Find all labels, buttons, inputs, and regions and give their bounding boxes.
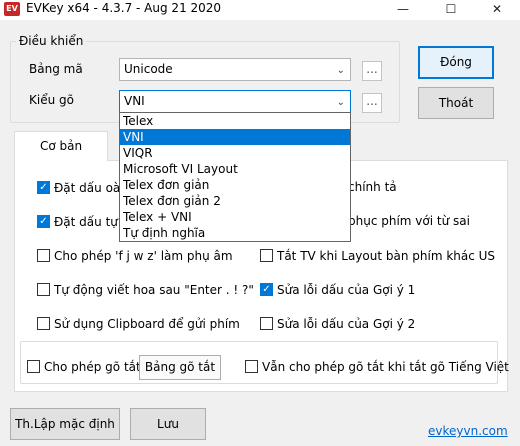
shortcut-table-button[interactable]: Bảng gõ tắt xyxy=(139,355,221,380)
dropdown-option-telex[interactable]: Telex xyxy=(120,113,350,129)
fjwz-option[interactable]: Cho phép 'f j w z' làm phụ âm xyxy=(37,248,233,264)
checkbox-checked-icon[interactable]: ✓ xyxy=(260,283,273,296)
fix-suggest-1-option[interactable]: ✓ Sửa lỗi dấu của Gợi ý 1 xyxy=(260,282,415,298)
title-bar: EV EVKey x64 - 4.3.7 - Aug 21 2020 — ☐ ✕ xyxy=(0,0,520,20)
reset-defaults-button[interactable]: Th.Lập mặc định xyxy=(10,408,120,440)
dropdown-option-custom[interactable]: Tự định nghĩa xyxy=(120,225,350,241)
input-method-value: VNI xyxy=(124,94,145,108)
website-link[interactable]: evkeyvn.com xyxy=(428,424,508,438)
encoding-more-button[interactable]: ... xyxy=(362,61,382,81)
checkbox-icon[interactable] xyxy=(37,249,50,262)
shortcut-when-off-option[interactable]: Vẫn cho phép gõ tắt khi tắt gõ Tiếng Việ… xyxy=(245,359,509,375)
tone-mark-option[interactable]: ✓ Đặt dấu oà, xyxy=(37,180,124,196)
maximize-button[interactable]: ☐ xyxy=(428,0,474,20)
clipboard-option[interactable]: Sử dụng Clipboard để gửi phím xyxy=(37,316,240,332)
clipboard-label: Sử dụng Clipboard để gửi phím xyxy=(54,317,240,331)
dropdown-option-microsoft-vi-layout[interactable]: Microsoft VI Layout xyxy=(120,161,350,177)
checkbox-icon[interactable] xyxy=(260,317,273,330)
input-method-more-button[interactable]: ... xyxy=(362,93,382,113)
chevron-down-icon: ⌄ xyxy=(336,65,345,76)
encoding-value: Unicode xyxy=(124,62,173,76)
auto-caps-label: Tự động viết hoa sau "Enter . ! ?" xyxy=(54,283,254,297)
checkbox-icon[interactable] xyxy=(245,360,258,373)
auto-caps-option[interactable]: Tự động viết hoa sau "Enter . ! ?" xyxy=(37,282,254,298)
close-button[interactable]: Đóng xyxy=(418,46,494,79)
input-method-select[interactable]: VNI ⌄ xyxy=(119,90,351,113)
dropdown-option-telex-vni[interactable]: Telex + VNI xyxy=(120,209,350,225)
auto-tone-label: Đặt dấu tự xyxy=(54,215,118,229)
window-title: EVKey x64 - 4.3.7 - Aug 21 2020 xyxy=(26,1,222,15)
input-method-label: Kiểu gõ xyxy=(29,93,74,107)
tone-mark-label: Đặt dấu oà, xyxy=(54,181,125,195)
allow-shortcut-option[interactable]: Cho phép gõ tắt xyxy=(27,359,141,375)
shortcut-when-off-label: Vẫn cho phép gõ tắt khi tắt gõ Tiếng Việ… xyxy=(262,360,509,374)
tone-mark-label-right: chính tả xyxy=(348,180,397,194)
auto-tone-option[interactable]: ✓ Đặt dấu tự xyxy=(37,214,118,230)
dropdown-option-viqr[interactable]: VIQR xyxy=(120,145,350,161)
minimize-button[interactable]: — xyxy=(380,0,426,20)
allow-shortcut-label: Cho phép gõ tắt xyxy=(44,360,141,374)
dropdown-option-telex-simple[interactable]: Telex đơn giản xyxy=(120,177,350,193)
encoding-label: Bảng mã xyxy=(29,62,83,76)
dropdown-option-vni[interactable]: VNI xyxy=(120,129,350,145)
checkbox-icon[interactable] xyxy=(27,360,40,373)
checkbox-icon[interactable] xyxy=(37,283,50,296)
fix-suggest-2-option[interactable]: Sửa lỗi dấu của Gợi ý 2 xyxy=(260,316,415,332)
close-window-button[interactable]: ✕ xyxy=(474,0,520,20)
input-method-dropdown-list[interactable]: Telex VNI VIQR Microsoft VI Layout Telex… xyxy=(119,112,351,242)
fix-suggest-2-label: Sửa lỗi dấu của Gợi ý 2 xyxy=(277,317,416,331)
fjwz-label: Cho phép 'f j w z' làm phụ âm xyxy=(54,249,233,263)
checkbox-checked-icon[interactable]: ✓ xyxy=(37,181,50,194)
control-group-legend: Điều khiển xyxy=(16,34,87,48)
chevron-down-icon: ⌄ xyxy=(336,97,345,108)
checkbox-checked-icon[interactable]: ✓ xyxy=(37,215,50,228)
encoding-select[interactable]: Unicode ⌄ xyxy=(119,58,351,81)
checkbox-icon[interactable] xyxy=(260,249,273,262)
disable-non-us-option[interactable]: Tắt TV khi Layout bàn phím khác US xyxy=(260,248,495,264)
save-button[interactable]: Lưu xyxy=(130,408,206,440)
checkbox-icon[interactable] xyxy=(37,317,50,330)
auto-tone-label-right: phục phím với từ sai xyxy=(348,214,470,228)
tab-basic[interactable]: Cơ bản xyxy=(14,131,108,161)
app-logo-icon: EV xyxy=(4,2,20,16)
disable-non-us-label: Tắt TV khi Layout bàn phím khác US xyxy=(277,249,496,263)
dropdown-option-telex-simple-2[interactable]: Telex đơn giản 2 xyxy=(120,193,350,209)
exit-button[interactable]: Thoát xyxy=(418,87,494,119)
fix-suggest-1-label: Sửa lỗi dấu của Gợi ý 1 xyxy=(277,283,416,297)
